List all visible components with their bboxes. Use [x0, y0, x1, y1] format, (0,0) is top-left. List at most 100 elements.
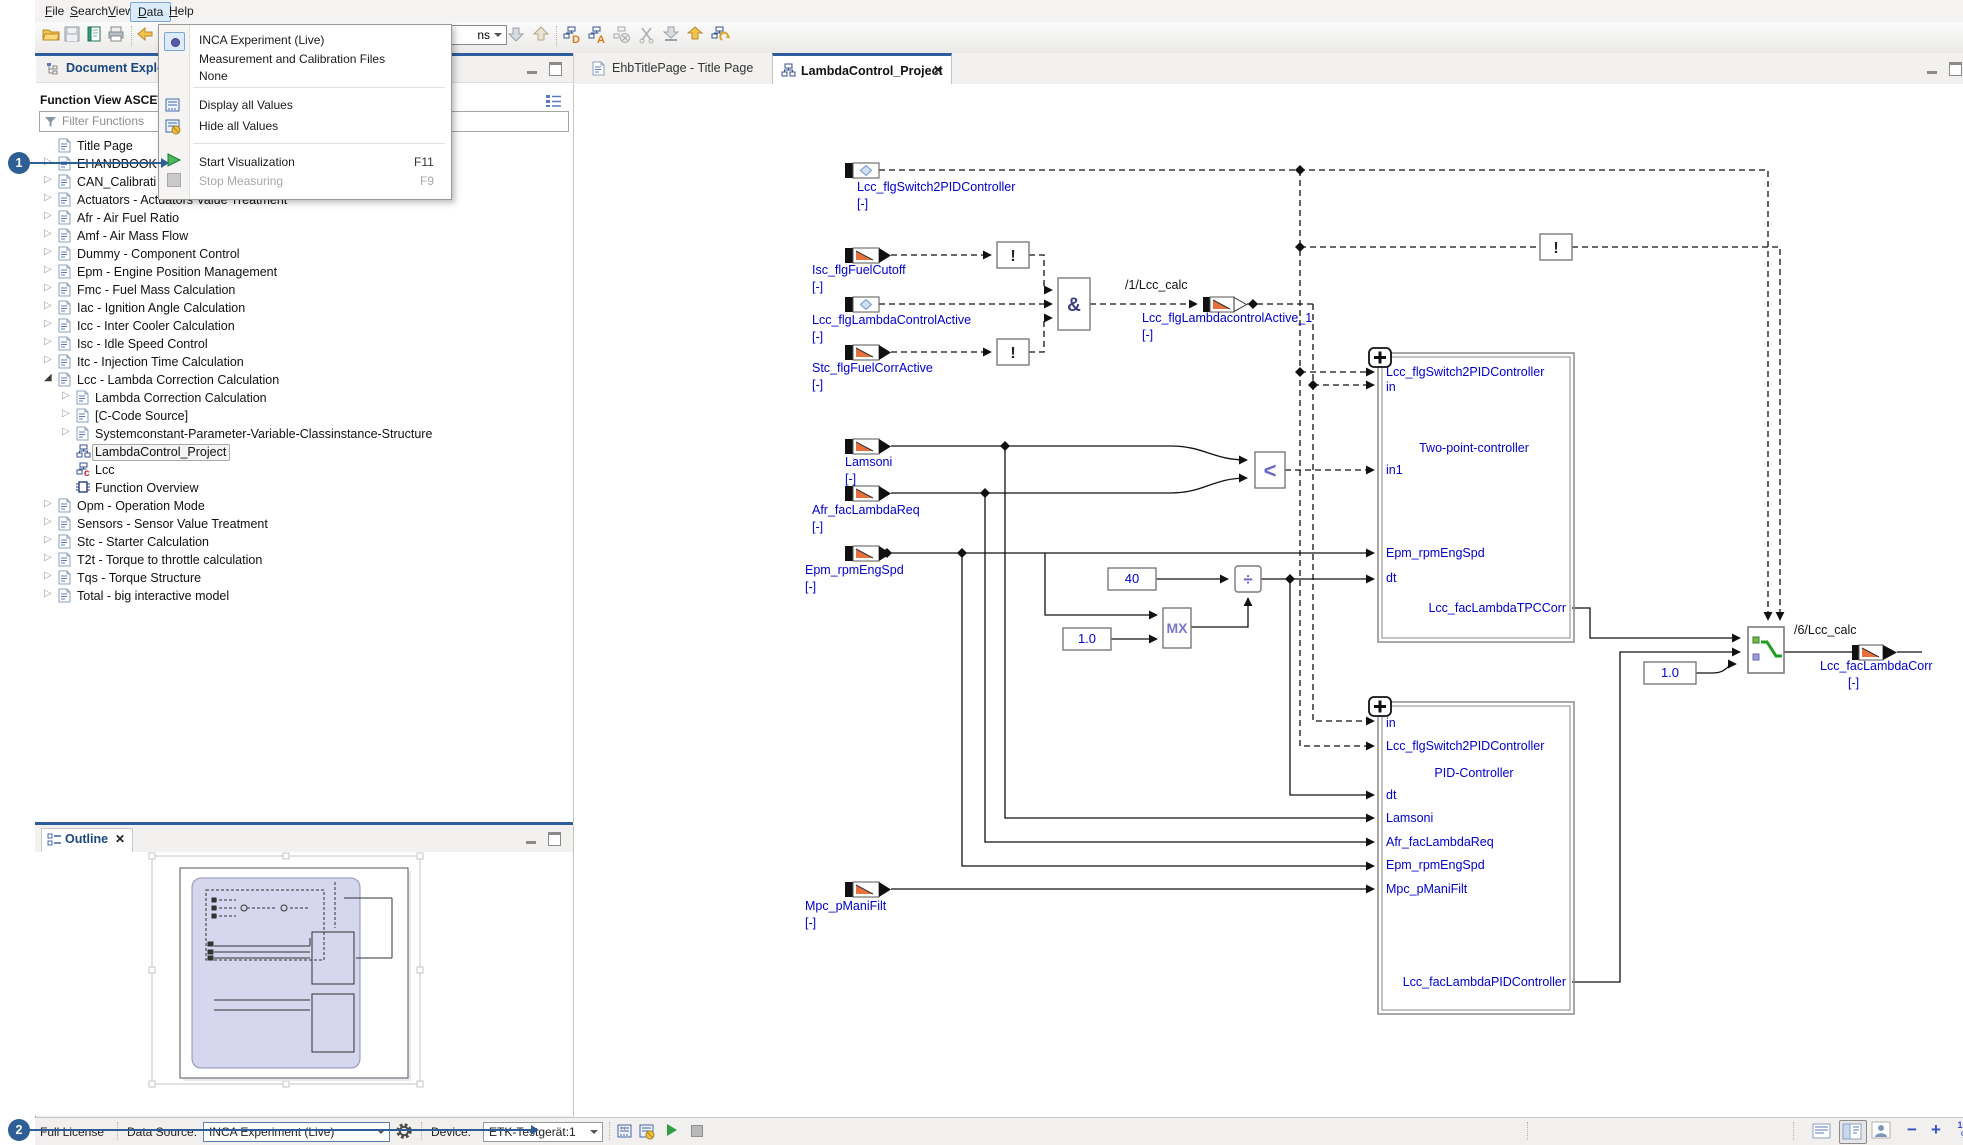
- outline-maximize-icon[interactable]: [548, 832, 561, 846]
- port-label[interactable]: Lcc_facLambdaCorr: [1820, 659, 1933, 673]
- tree-item[interactable]: ▷ T2t - Torque to throttle calculation: [35, 551, 568, 569]
- close-icon[interactable]: ✕: [115, 832, 125, 846]
- tab-ehbtitlepage[interactable]: EhbTitlePage - Title Page: [584, 53, 772, 83]
- save-icon[interactable]: [64, 26, 84, 46]
- zoom-in-button[interactable]: +: [1931, 1120, 1941, 1140]
- tree-item[interactable]: ▷ Tqs - Torque Structure: [35, 569, 568, 587]
- callout-line-1: [29, 162, 161, 164]
- tree-item[interactable]: ▷ Fmc - Fuel Mass Calculation: [35, 281, 568, 299]
- menu-item-start-visualization[interactable]: Start Visualization: [199, 155, 295, 169]
- data-source-select[interactable]: INCA Experiment (Live): [203, 1122, 390, 1142]
- tpc-input: dt: [1386, 571, 1397, 585]
- port-label[interactable]: Lcc_flgLambdaControlActive: [812, 313, 971, 327]
- and-operator[interactable]: &: [1067, 295, 1081, 316]
- div-operator[interactable]: ÷: [1243, 570, 1252, 589]
- gear-icon[interactable]: [395, 1122, 413, 1143]
- not-operator[interactable]: !: [1553, 240, 1558, 257]
- tree-item-label: Title Page: [77, 139, 133, 153]
- port-label[interactable]: Isc_flgFuelCutoff: [812, 263, 906, 277]
- tree-item[interactable]: ▷ Itc - Injection Time Calculation: [35, 353, 568, 371]
- tree-item[interactable]: ▷ Dummy - Component Control: [35, 245, 568, 263]
- svg-text:↑↓: ↑↓: [620, 1126, 626, 1132]
- open-icon[interactable]: [42, 26, 62, 46]
- less-operator[interactable]: <: [1264, 458, 1277, 483]
- tree-item[interactable]: ▷ Icc - Inter Cooler Calculation: [35, 317, 568, 335]
- close-icon[interactable]: ✕: [933, 63, 943, 77]
- export-icon[interactable]: [686, 26, 707, 46]
- tree-item[interactable]: ▷ Amf - Air Mass Flow: [35, 227, 568, 245]
- tpc-title[interactable]: Two-point-controller: [1419, 441, 1529, 455]
- menu-help[interactable]: Help: [162, 2, 201, 20]
- data-source-value: INCA Experiment (Live): [209, 1125, 335, 1139]
- tree-item[interactable]: ▷ Opm - Operation Mode: [35, 497, 568, 515]
- tree-item[interactable]: ◢ Lcc - Lambda Correction Calculation: [35, 371, 568, 389]
- port-label[interactable]: Lcc_flgSwitch2PIDController: [857, 180, 1015, 194]
- outline-minimize-icon[interactable]: [525, 833, 538, 844]
- maximize-icon[interactable]: [549, 62, 562, 76]
- view-split-icon[interactable]: [1839, 1120, 1867, 1144]
- port-label[interactable]: Lcc_flgLambdacontrolActive_1: [1142, 311, 1312, 325]
- port-label[interactable]: Epm_rpmEngSpd: [805, 563, 904, 577]
- port-label[interactable]: Mpc_pManiFilt: [805, 899, 887, 913]
- tree-item[interactable]: c Lcc: [35, 461, 568, 479]
- editor-minimize-icon[interactable]: [1926, 63, 1939, 74]
- tree-item[interactable]: Function Overview: [35, 479, 568, 497]
- back-icon[interactable]: [136, 26, 156, 46]
- tree-item[interactable]: ▷ Afr - Air Fuel Ratio: [35, 209, 568, 227]
- tree-item[interactable]: ▷ Lambda Correction Calculation: [35, 389, 568, 407]
- not-operator[interactable]: !: [1010, 248, 1015, 265]
- not-operator[interactable]: !: [1010, 345, 1015, 362]
- device-select[interactable]: ETK-Testgerät:1: [483, 1122, 603, 1142]
- expand-plus-icon[interactable]: [1368, 347, 1392, 717]
- tree-item[interactable]: ▷ Systemconstant-Parameter-Variable-Class…: [35, 425, 568, 443]
- outline-thumbnail[interactable]: [35, 852, 573, 1116]
- zoom-out-button[interactable]: −: [1907, 1120, 1917, 1140]
- tree-item-label: Afr - Air Fuel Ratio: [77, 211, 180, 225]
- view-document-icon[interactable]: [1811, 1121, 1837, 1143]
- structure-d-icon[interactable]: D: [563, 26, 583, 46]
- refresh-structure-icon[interactable]: [711, 26, 731, 46]
- tree-item[interactable]: ▷ Stc - Starter Calculation: [35, 533, 568, 551]
- tree-item-label: Dummy - Component Control: [77, 247, 240, 261]
- book-icon[interactable]: [86, 26, 106, 46]
- print-icon[interactable]: [108, 26, 128, 46]
- outline-icon: [47, 833, 62, 851]
- display-values-icon[interactable]: ↑↓: [617, 1123, 634, 1143]
- menu-item-none[interactable]: None: [199, 69, 228, 83]
- move-down-icon[interactable]: [507, 26, 528, 46]
- editor-maximize-icon[interactable]: [1949, 62, 1962, 76]
- zoom-value: 100: [1957, 1120, 1963, 1130]
- start-measuring-icon[interactable]: [667, 1124, 677, 1136]
- tree-item[interactable]: ▷ Total - big interactive model: [35, 587, 568, 605]
- ports: [845, 162, 1897, 898]
- structure-a-icon[interactable]: A: [588, 26, 608, 46]
- constant-1.0[interactable]: 1.0: [1078, 631, 1096, 646]
- tab-lambdacontrol-project[interactable]: LambdaControl_Project ✕: [772, 53, 952, 84]
- tree-item[interactable]: ▷ Sensors - Sensor Value Treatment: [35, 515, 568, 533]
- menu-item-measurement-files[interactable]: Measurement and Calibration Files: [199, 52, 385, 66]
- menu-item-hide-all-values[interactable]: Hide all Values: [199, 119, 278, 133]
- diagram-canvas[interactable]: ! ! ! & < ÷ MX 40 1.0 1.0 Lcc_flgSwitch2…: [574, 84, 1963, 1117]
- move-up-icon[interactable]: [532, 26, 553, 46]
- port-label[interactable]: Afr_facLambdaReq: [812, 503, 920, 517]
- pid-title[interactable]: PID-Controller: [1434, 766, 1513, 780]
- tree-item[interactable]: ▷ Epm - Engine Position Management: [35, 263, 568, 281]
- menu-item-display-all-values[interactable]: Display all Values: [199, 98, 293, 112]
- hide-values-icon[interactable]: [639, 1123, 656, 1143]
- zoom-level[interactable]: 100 %: [1955, 1120, 1963, 1140]
- tree-item[interactable]: LambdaControl_Project: [35, 443, 568, 461]
- menu-item-inca-experiment[interactable]: INCA Experiment (Live): [199, 33, 324, 47]
- constant-40[interactable]: 40: [1125, 571, 1139, 586]
- view-user-icon[interactable]: [1871, 1121, 1895, 1141]
- minimize-icon[interactable]: [526, 63, 539, 74]
- import-icon[interactable]: [662, 26, 683, 46]
- tree-item[interactable]: ▷ Iac - Ignition Angle Calculation: [35, 299, 568, 317]
- mux-operator[interactable]: MX: [1167, 620, 1189, 636]
- constant-1.0[interactable]: 1.0: [1661, 665, 1679, 680]
- view-menu-icon[interactable]: [545, 94, 562, 112]
- tree-item[interactable]: ▷ [C-Code Source]: [35, 407, 568, 425]
- port-label[interactable]: Stc_flgFuelCorrActive: [812, 361, 933, 375]
- tree-item[interactable]: ▷ Isc - Idle Speed Control: [35, 335, 568, 353]
- outline-tab-title[interactable]: Outline: [65, 832, 108, 846]
- port-label[interactable]: Lamsoni: [845, 455, 892, 469]
